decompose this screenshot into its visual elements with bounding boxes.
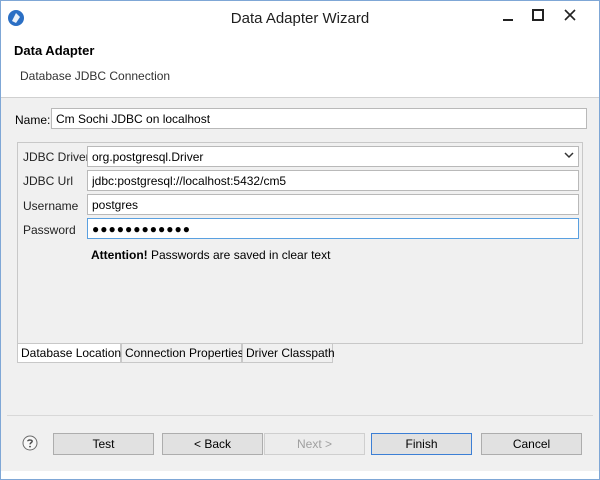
tab-driver-classpath[interactable]: Driver Classpath bbox=[242, 344, 335, 363]
attention-strong: Attention! bbox=[91, 248, 148, 262]
close-icon[interactable] bbox=[557, 5, 583, 27]
test-button[interactable]: Test bbox=[53, 433, 154, 455]
password-input[interactable] bbox=[87, 218, 579, 239]
jdbc-url-input[interactable] bbox=[87, 170, 579, 191]
footer-separator bbox=[7, 415, 593, 416]
attention-text: Passwords are saved in clear text bbox=[147, 248, 331, 262]
username-input[interactable] bbox=[87, 194, 579, 215]
finish-button[interactable]: Finish bbox=[371, 433, 472, 455]
name-input[interactable] bbox=[51, 108, 587, 129]
banner-title: Data Adapter bbox=[14, 43, 95, 58]
maximize-icon[interactable] bbox=[525, 5, 551, 27]
password-label: Password bbox=[23, 223, 76, 237]
help-icon[interactable] bbox=[22, 435, 38, 451]
attention-note: Attention! Passwords are saved in clear … bbox=[91, 248, 330, 262]
jdbc-url-label: JDBC Url bbox=[23, 174, 73, 188]
back-button[interactable]: < Back bbox=[162, 433, 263, 455]
name-label: Name: bbox=[15, 113, 51, 127]
background-window-strip bbox=[1, 471, 599, 479]
chevron-down-icon[interactable] bbox=[563, 150, 575, 160]
tab-connection-properties[interactable]: Connection Properties bbox=[121, 344, 244, 363]
jdbc-driver-label: JDBC Driver bbox=[23, 150, 90, 164]
banner-subtitle: Database JDBC Connection bbox=[20, 69, 171, 83]
title-bar: Data Adapter Wizard bbox=[1, 1, 599, 35]
minimize-icon[interactable] bbox=[495, 5, 521, 27]
jdbc-driver-combo[interactable] bbox=[87, 146, 579, 167]
tab-database-location[interactable]: Database Location bbox=[17, 344, 121, 363]
next-button[interactable]: Next > bbox=[264, 433, 365, 455]
cancel-button[interactable]: Cancel bbox=[481, 433, 582, 455]
wizard-banner: Data Adapter Database JDBC Connection bbox=[1, 35, 599, 98]
wizard-window: Data Adapter Wizard Data Adapter Databas… bbox=[0, 0, 600, 480]
username-label: Username bbox=[23, 199, 79, 213]
